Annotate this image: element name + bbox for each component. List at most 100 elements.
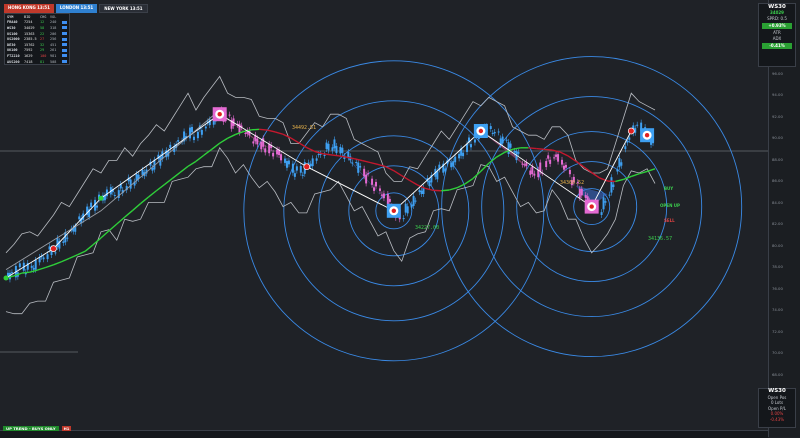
watchlist-row[interactable]: AUS200741881508 bbox=[5, 59, 69, 65]
watch-chg: 100 bbox=[40, 54, 50, 58]
pivot-dot bbox=[392, 209, 396, 213]
candle-body bbox=[308, 163, 310, 164]
timeframe-label[interactable]: H1 bbox=[62, 426, 72, 431]
watchlist-row[interactable]: US20002385.527256 bbox=[5, 36, 69, 42]
watch-bid: 15762 bbox=[24, 43, 40, 47]
candle-body bbox=[494, 132, 496, 133]
signal-buy: BUY bbox=[664, 186, 673, 191]
watchlist-row[interactable]: WS303402958318 bbox=[5, 25, 69, 31]
candle-body bbox=[19, 263, 21, 267]
watchlist-row[interactable]: UK100759229261 bbox=[5, 48, 69, 54]
price-tick: 84.00 bbox=[772, 200, 783, 205]
watch-bid: 7254 bbox=[24, 20, 40, 24]
signal-open: OPEN UP bbox=[660, 203, 680, 208]
watchlist-row[interactable]: US1001536322206 bbox=[5, 31, 69, 37]
watch-vol: 508 bbox=[50, 60, 62, 64]
candle-body bbox=[387, 194, 389, 205]
watch-sym: UK100 bbox=[7, 48, 24, 52]
session-hongkong: HONG KONG 13:51 bbox=[4, 4, 54, 13]
candle-body bbox=[367, 173, 369, 174]
watch-vol: 206 bbox=[50, 32, 62, 36]
candle-body bbox=[300, 166, 302, 173]
candle-body bbox=[326, 143, 328, 149]
candle-body bbox=[264, 148, 266, 152]
candle-body bbox=[502, 137, 504, 144]
candle-body bbox=[529, 171, 531, 175]
candle-body bbox=[130, 180, 132, 189]
candle-body bbox=[62, 241, 64, 243]
price-tick: 96.00 bbox=[772, 71, 783, 76]
candle-body bbox=[324, 155, 326, 156]
watch-chg: 12 bbox=[40, 20, 50, 24]
candle-body bbox=[403, 218, 405, 219]
session-newyork: NEW YORK 13:51 bbox=[99, 4, 147, 13]
price-tick: 88.00 bbox=[772, 157, 783, 162]
price-chart[interactable]: 34492.51 34227.00 34360.52 34136.57 BUY … bbox=[0, 0, 800, 437]
price-tick: 76.00 bbox=[772, 286, 783, 291]
candle-body bbox=[318, 154, 320, 155]
candle-body bbox=[252, 141, 254, 143]
candle-body bbox=[268, 144, 270, 153]
col-bid: BID bbox=[24, 15, 40, 19]
price-tick: 92.00 bbox=[772, 114, 783, 119]
watchlist-row[interactable]: DE301576232451 bbox=[5, 42, 69, 48]
candle-body bbox=[389, 199, 391, 202]
candle-body bbox=[78, 216, 80, 219]
watch-bid: 15363 bbox=[24, 32, 40, 36]
candle-body bbox=[351, 162, 353, 163]
candle-body bbox=[533, 174, 535, 176]
candle-body bbox=[33, 268, 35, 270]
watch-sym: WS30 bbox=[7, 26, 24, 30]
candle-body bbox=[296, 166, 298, 170]
watch-bar bbox=[62, 38, 67, 41]
watch-chg: 32 bbox=[40, 43, 50, 47]
watch-vol: 451 bbox=[50, 43, 62, 47]
swing-high-marker bbox=[628, 128, 634, 134]
candle-body bbox=[603, 197, 605, 209]
ma-segment bbox=[536, 149, 544, 150]
candle-body bbox=[490, 126, 492, 129]
candle-body bbox=[272, 153, 274, 157]
candle-body bbox=[579, 189, 581, 198]
candle-body bbox=[612, 185, 614, 187]
candle-body bbox=[585, 195, 587, 198]
watch-bar bbox=[62, 49, 67, 52]
candle-body bbox=[466, 144, 468, 152]
swing-high-marker bbox=[304, 164, 310, 170]
candle-body bbox=[197, 132, 199, 138]
candle-body bbox=[47, 254, 49, 259]
candle-body bbox=[335, 146, 337, 153]
price-tick: 78.00 bbox=[772, 264, 783, 269]
ma-segment bbox=[528, 148, 536, 149]
candle-body bbox=[608, 195, 610, 196]
candle-body bbox=[35, 260, 37, 270]
watchlist-row[interactable]: FT22101629100981 bbox=[5, 53, 69, 59]
candle-body bbox=[238, 124, 240, 133]
watch-bar bbox=[62, 60, 67, 63]
spread-value: SPRD: 0.5 bbox=[759, 16, 795, 22]
watchlist-panel: SYM BID CHG VOL FRA40725412240WS30340295… bbox=[4, 13, 70, 65]
info-adx: ADX bbox=[759, 36, 795, 42]
candle-body bbox=[517, 152, 519, 154]
candle-body bbox=[407, 206, 409, 213]
candle-body bbox=[276, 149, 278, 154]
day-pl-value: -0.43% bbox=[759, 417, 795, 423]
candle-body bbox=[333, 139, 335, 148]
watch-bid: 34029 bbox=[24, 26, 40, 30]
watch-vol: 240 bbox=[50, 20, 62, 24]
candle-body bbox=[521, 164, 523, 165]
col-vol: VOL bbox=[50, 15, 62, 19]
watchlist-row[interactable]: FRA40725412240 bbox=[5, 20, 69, 26]
candle-body bbox=[452, 161, 454, 166]
candle-body bbox=[620, 162, 622, 165]
candle-body bbox=[454, 157, 456, 163]
watch-vol: 981 bbox=[50, 54, 62, 58]
pivot-dot bbox=[217, 112, 221, 116]
candle-body bbox=[381, 195, 383, 196]
candle-body bbox=[43, 257, 45, 259]
candle-body bbox=[205, 127, 207, 129]
candle-body bbox=[405, 204, 407, 213]
candle-body bbox=[357, 163, 359, 173]
price-tick: 70.00 bbox=[772, 350, 783, 355]
candle-body bbox=[339, 147, 341, 153]
